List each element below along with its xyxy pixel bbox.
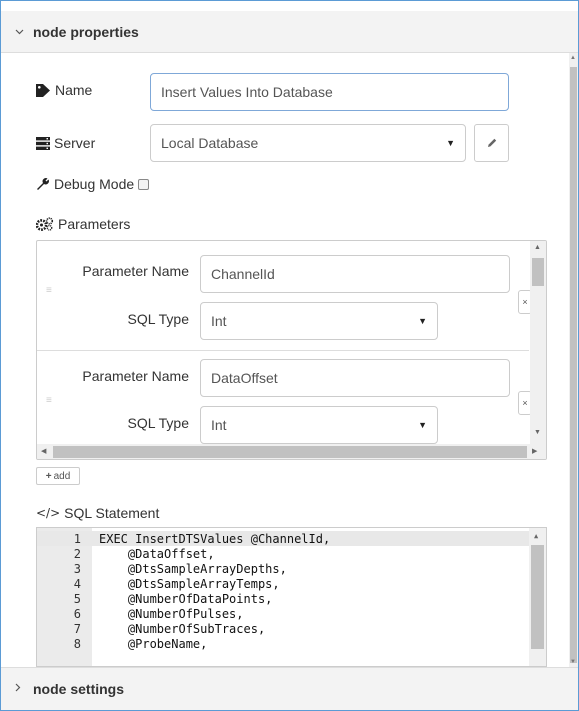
add-parameter-button[interactable]: + add: [36, 467, 80, 485]
server-select[interactable]: Local Database ▼: [150, 124, 466, 162]
name-label: Name: [36, 80, 92, 100]
panel-vertical-scrollbar[interactable]: ▲ ▼: [569, 53, 578, 667]
scroll-right-icon[interactable]: ▶: [532, 447, 537, 455]
sql-type-select[interactable]: Int ▼: [200, 302, 438, 340]
parameter-row: ≡ Parameter Name ChannelId SQL Type Int …: [37, 241, 532, 351]
select-caret-icon: ▼: [418, 316, 427, 326]
scrollbar-thumb[interactable]: [531, 545, 544, 649]
wrench-icon: [37, 178, 49, 190]
scrollbar-thumb[interactable]: [532, 258, 544, 286]
drag-handle-icon[interactable]: ≡: [46, 286, 58, 296]
server-icon: [36, 136, 50, 150]
sql-type-select[interactable]: Int ▼: [200, 406, 438, 444]
pencil-icon: [487, 138, 496, 147]
code-text: @NumberOfPulses,: [99, 606, 244, 621]
code-text: @NumberOfSubTraces,: [99, 621, 266, 636]
scroll-up-icon[interactable]: ▲: [534, 532, 538, 540]
line-number: 6: [73, 606, 81, 621]
code-line[interactable]: 8 @ProbeName,: [37, 636, 529, 651]
debug-mode-label: Debug Mode: [36, 174, 150, 194]
select-caret-icon: ▼: [446, 138, 455, 148]
node-properties-header[interactable]: node properties: [1, 11, 578, 53]
chevron-right-icon: [15, 683, 33, 695]
plus-icon: +: [45, 470, 52, 482]
line-number: 8: [73, 636, 81, 651]
scroll-left-icon[interactable]: ◀: [41, 447, 46, 455]
code-text: @NumberOfDataPoints,: [99, 591, 273, 606]
node-settings-title: node settings: [33, 681, 125, 697]
code-text: @DtsSampleArrayTemps,: [99, 576, 280, 591]
code-text: @ProbeName,: [99, 636, 208, 651]
chevron-down-icon: [15, 26, 33, 38]
parameters-horizontal-scrollbar[interactable]: ◀ ▶: [37, 444, 546, 459]
parameters-label: Parameters: [36, 214, 130, 234]
line-number: 5: [73, 591, 81, 606]
parameter-name-input[interactable]: DataOffset: [200, 359, 510, 397]
scroll-down-icon[interactable]: ▼: [534, 429, 541, 436]
code-line[interactable]: 1 EXEC InsertDTSValues @ChannelId,: [37, 531, 529, 546]
line-number: 1: [73, 531, 81, 546]
code-text: EXEC InsertDTSValues @ChannelId,: [99, 531, 331, 546]
name-input[interactable]: Insert Values Into Database: [150, 73, 509, 111]
scrollbar-thumb[interactable]: [570, 67, 577, 663]
parameter-name-label: Parameter Name: [82, 263, 189, 279]
drag-handle-icon[interactable]: ≡: [46, 396, 58, 406]
scroll-down-icon[interactable]: ▼: [570, 659, 576, 665]
parameters-list[interactable]: ≡ Parameter Name ChannelId SQL Type Int …: [36, 240, 547, 460]
debug-mode-checkbox[interactable]: [138, 178, 150, 190]
line-number: 7: [73, 621, 81, 636]
node-properties-title: node properties: [33, 23, 139, 40]
editor-vertical-scrollbar[interactable]: ▲: [529, 528, 546, 666]
sql-statement-label: </> SQL Statement: [36, 505, 160, 521]
code-line[interactable]: 2 @DataOffset,: [37, 546, 529, 561]
code-line[interactable]: 7 @NumberOfSubTraces,: [37, 621, 529, 636]
line-number: 3: [73, 561, 81, 576]
edit-server-button[interactable]: [474, 124, 509, 162]
code-text: @DtsSampleArrayDepths,: [99, 561, 287, 576]
sql-type-label: SQL Type: [127, 311, 189, 327]
properties-panel: Name Insert Values Into Database Server …: [1, 53, 569, 667]
scrollbar-thumb[interactable]: [53, 446, 527, 458]
tag-icon: [36, 83, 50, 97]
node-settings-header[interactable]: node settings: [1, 667, 578, 710]
parameter-name-label: Parameter Name: [82, 368, 189, 384]
scroll-up-icon[interactable]: ▲: [534, 244, 541, 251]
line-number: 2: [73, 546, 81, 561]
parameter-name-input[interactable]: ChannelId: [200, 255, 510, 293]
select-caret-icon: ▼: [418, 420, 427, 430]
sql-code-editor[interactable]: 1 EXEC InsertDTSValues @ChannelId, 2 @Data…: [36, 527, 547, 667]
scroll-up-icon[interactable]: ▲: [570, 55, 576, 61]
gears-icon: [36, 217, 54, 231]
parameters-vertical-scrollbar[interactable]: ▲ ▼: [530, 241, 546, 444]
code-icon: </>: [36, 506, 61, 520]
code-text: @DataOffset,: [99, 546, 215, 561]
sql-type-label: SQL Type: [127, 415, 189, 431]
code-line[interactable]: 3 @DtsSampleArrayDepths,: [37, 561, 529, 576]
code-line[interactable]: 4 @DtsSampleArrayTemps,: [37, 576, 529, 591]
server-label: Server: [36, 133, 95, 153]
line-number: 4: [73, 576, 81, 591]
code-line[interactable]: 5 @NumberOfDataPoints,: [37, 591, 529, 606]
code-line[interactable]: 6 @NumberOfPulses,: [37, 606, 529, 621]
